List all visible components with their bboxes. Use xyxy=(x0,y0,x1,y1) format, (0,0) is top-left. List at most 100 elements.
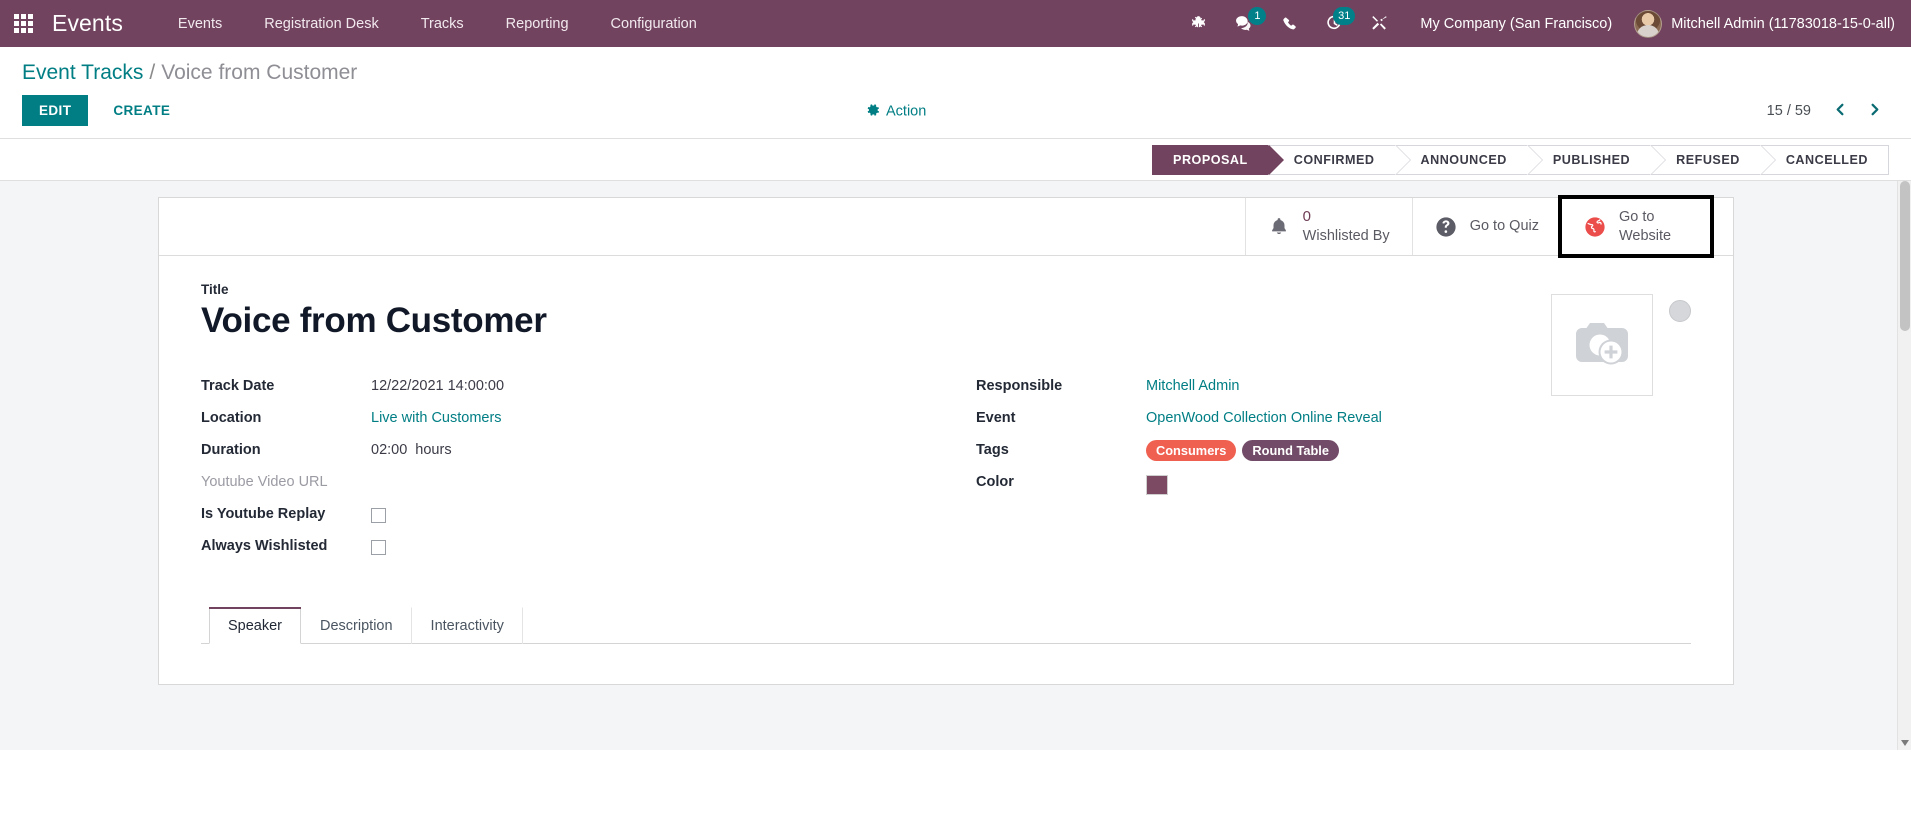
wishlisted-by-label: Wishlisted By xyxy=(1302,227,1390,244)
messages-icon[interactable]: 1 xyxy=(1221,0,1268,47)
activities-badge: 31 xyxy=(1333,7,1356,25)
breadcrumb-current: Voice from Customer xyxy=(161,61,358,84)
field-label-duration: Duration xyxy=(201,442,261,458)
field-location: Location Live with Customers xyxy=(201,407,946,438)
field-label-responsible: Responsible xyxy=(976,378,1063,394)
bug-icon[interactable] xyxy=(1176,0,1221,47)
top-navbar: Events Events Registration Desk Tracks R… xyxy=(0,0,1911,47)
go-to-website-label: Go to Website xyxy=(1619,209,1672,244)
image-upload-placeholder[interactable] xyxy=(1551,294,1653,396)
messages-badge: 1 xyxy=(1248,7,1267,25)
create-button[interactable]: CREATE xyxy=(96,95,187,126)
form-columns: Track Date 12/22/2021 14:00:00 Location … xyxy=(201,375,1691,567)
stage-proposal[interactable]: PROPOSAL xyxy=(1152,144,1284,175)
stat-button-wishlisted-by[interactable]: 0 Wishlisted By xyxy=(1244,198,1412,255)
partner-avatar-placeholder[interactable] xyxy=(1669,300,1691,322)
notebook: Speaker Description Interactivity xyxy=(201,607,1691,684)
go-to-quiz-label: Go to Quiz xyxy=(1469,218,1539,235)
tab-interactivity[interactable]: Interactivity xyxy=(412,607,523,644)
app-brand-events[interactable]: Events xyxy=(46,10,133,37)
control-panel: Event Tracks / Voice from Customer EDIT … xyxy=(0,47,1911,139)
title-field-label: Title xyxy=(201,282,229,297)
menu-item-reporting[interactable]: Reporting xyxy=(485,0,590,47)
field-label-color: Color xyxy=(976,474,1014,490)
stage-confirmed[interactable]: CONFIRMED xyxy=(1267,144,1411,175)
tag-round-table[interactable]: Round Table xyxy=(1242,440,1339,461)
stat-button-text: 0 Wishlisted By xyxy=(1303,208,1390,245)
stage-refused[interactable]: REFUSED xyxy=(1650,144,1776,175)
field-duration: Duration 02:00 hours xyxy=(201,439,946,470)
user-menu-label: Mitchell Admin (11783018-15-0-all) xyxy=(1671,15,1895,32)
tab-description[interactable]: Description xyxy=(301,607,412,644)
stat-button-text: Go to Website xyxy=(1619,208,1689,244)
title-field-value[interactable]: Voice from Customer xyxy=(201,301,1691,341)
phone-icon[interactable] xyxy=(1268,0,1312,47)
field-value-location[interactable]: Live with Customers xyxy=(371,407,502,426)
action-menu-label: Action xyxy=(886,103,927,120)
field-label-event: Event xyxy=(976,410,1016,426)
menu-item-events[interactable]: Events xyxy=(157,0,243,47)
statusbar-row: PROPOSAL CONFIRMED ANNOUNCED PUBLISHED R… xyxy=(0,139,1911,181)
field-value-duration[interactable]: 02:00 hours xyxy=(371,439,452,458)
form-column-left: Track Date 12/22/2021 14:00:00 Location … xyxy=(201,375,946,567)
stat-button-text: Go to Quiz xyxy=(1470,217,1539,235)
action-menu[interactable]: Action xyxy=(867,103,926,120)
pager-count: 15 / 59 xyxy=(1766,102,1811,119)
stage-cancelled[interactable]: CANCELLED xyxy=(1759,144,1889,175)
tools-icon[interactable] xyxy=(1357,0,1402,47)
field-label-is-youtube-replay: Is Youtube Replay xyxy=(201,506,326,522)
pager: 15 / 59 xyxy=(1767,96,1889,126)
field-value-event[interactable]: OpenWood Collection Online Reveal xyxy=(1146,407,1382,426)
breadcrumb-root[interactable]: Event Tracks xyxy=(22,61,143,85)
field-tags: Tags Consumers Round Table xyxy=(976,439,1691,470)
avatar xyxy=(1634,9,1663,38)
stat-button-go-to-quiz[interactable]: Go to Quiz xyxy=(1411,198,1561,255)
globe-icon xyxy=(1584,216,1606,238)
statusbar: PROPOSAL CONFIRMED ANNOUNCED PUBLISHED R… xyxy=(1152,144,1889,175)
menu-item-configuration[interactable]: Configuration xyxy=(590,0,718,47)
menu-item-tracks[interactable]: Tracks xyxy=(400,0,485,47)
stage-announced[interactable]: ANNOUNCED xyxy=(1394,144,1544,175)
pager-previous-button[interactable] xyxy=(1825,96,1855,126)
company-switcher[interactable]: My Company (San Francisco) xyxy=(1402,16,1628,32)
field-value-responsible[interactable]: Mitchell Admin xyxy=(1146,375,1239,394)
stat-button-box: 0 Wishlisted By Go to Quiz Go to Website xyxy=(159,195,1733,258)
field-value-track-date[interactable]: 12/22/2021 14:00:00 xyxy=(371,375,504,394)
checkbox-is-youtube-replay[interactable] xyxy=(371,508,386,523)
menu-item-registration-desk[interactable]: Registration Desk xyxy=(243,0,399,47)
chevron-left-icon xyxy=(1833,102,1848,120)
duration-unit: hours xyxy=(415,442,452,458)
apps-grid-icon[interactable] xyxy=(0,0,46,47)
image-widget xyxy=(1551,294,1691,396)
vertical-scrollbar[interactable] xyxy=(1897,181,1911,750)
tab-speaker[interactable]: Speaker xyxy=(209,607,302,644)
duration-value: 02:00 xyxy=(371,442,408,458)
edit-button[interactable]: EDIT xyxy=(22,95,89,126)
bell-icon xyxy=(1268,216,1290,238)
activities-clock-icon[interactable]: 31 xyxy=(1312,0,1357,47)
form-column-right: Responsible Mitchell Admin Event OpenWoo… xyxy=(946,375,1691,567)
field-always-wishlisted: Always Wishlisted xyxy=(201,535,946,566)
color-swatch[interactable] xyxy=(1146,475,1168,495)
pager-next-button[interactable] xyxy=(1859,96,1889,126)
stat-button-go-to-website[interactable]: Go to Website xyxy=(1558,195,1714,258)
stage-published[interactable]: PUBLISHED xyxy=(1526,144,1667,175)
title-block: Title Voice from Customer xyxy=(201,282,1691,341)
scrollbar-thumb[interactable] xyxy=(1900,181,1910,331)
navbar-systray: 1 31 My Company (San Francisco) Mitchell… xyxy=(1176,0,1895,47)
field-label-track-date: Track Date xyxy=(201,378,275,394)
form-scroll-area: 0 Wishlisted By Go to Quiz Go to Website… xyxy=(0,181,1911,750)
record-sheet: 0 Wishlisted By Go to Quiz Go to Website… xyxy=(158,195,1734,685)
control-panel-buttons: EDIT CREATE Action 15 / 59 xyxy=(22,85,1889,138)
scroll-down-arrow-icon[interactable] xyxy=(1901,740,1909,746)
field-is-youtube-replay: Is Youtube Replay xyxy=(201,503,946,534)
field-label-always-wishlisted: Always Wishlisted xyxy=(201,538,328,554)
field-track-date: Track Date 12/22/2021 14:00:00 xyxy=(201,375,946,406)
breadcrumb: Event Tracks / Voice from Customer xyxy=(22,47,1889,85)
checkbox-always-wishlisted[interactable] xyxy=(371,540,386,555)
notebook-panel-speaker xyxy=(201,644,1691,684)
sheet-body: Title Voice from Customer Track Date 12/… xyxy=(159,256,1733,684)
user-menu[interactable]: Mitchell Admin (11783018-15-0-all) xyxy=(1628,9,1895,38)
tag-consumers[interactable]: Consumers xyxy=(1146,440,1237,461)
main-menu: Events Registration Desk Tracks Reportin… xyxy=(157,0,718,47)
